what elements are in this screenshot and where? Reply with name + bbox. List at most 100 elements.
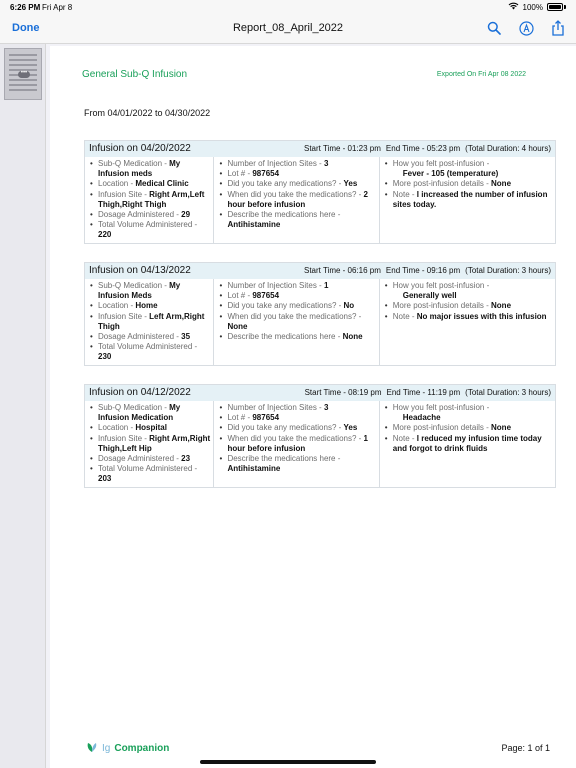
detail-label: Dosage Administered -: [98, 210, 182, 220]
detail-item: Number of Injection Sites - 1: [218, 281, 376, 291]
page-number: Page: 1 of 1: [501, 743, 550, 753]
detail-item: Infusion Site - Right Arm,Right Thigh,Le…: [89, 434, 211, 454]
detail-label: More post-infusion details -: [392, 179, 492, 189]
page-thumbnail[interactable]: •••: [4, 48, 42, 100]
detail-item: Dosage Administered - 29: [89, 210, 211, 220]
status-date: Fri Apr 8: [42, 3, 73, 12]
detail-value: None: [227, 321, 248, 331]
home-indicator: [200, 760, 376, 764]
detail-item: When did you take the medications? - 2 h…: [218, 190, 376, 210]
status-right: 100%: [508, 2, 566, 12]
detail-item: Location - Medical Clinic: [89, 179, 211, 189]
detail-item: Did you take any medications? - Yes: [218, 423, 376, 433]
detail-item: Total Volume Administered - 203: [89, 464, 211, 484]
detail-label: Location -: [98, 179, 136, 189]
detail-value: Generally well: [402, 291, 457, 301]
detail-value: 1: [323, 281, 329, 290]
detail-label: Number of Injection Sites -: [227, 403, 324, 412]
detail-item: How you felt post-infusion - Generally w…: [384, 281, 553, 301]
detail-value: No major issues with this infusion: [416, 311, 547, 321]
detail-value: Medical Clinic: [135, 179, 189, 189]
detail-value: None: [491, 423, 512, 433]
markup-icon[interactable]: [518, 19, 534, 37]
detail-value: None: [342, 332, 363, 342]
detail-label: Lot # -: [227, 413, 253, 423]
detail-item: More post-infusion details - None: [384, 423, 553, 433]
detail-item: Number of Injection Sites - 3: [218, 403, 376, 413]
details-column: How you felt post-infusion - Fever - 105…: [380, 157, 555, 243]
detail-value: Yes: [343, 179, 358, 189]
detail-item: Dosage Administered - 23: [89, 454, 211, 464]
detail-label: When did you take the medications? -: [227, 189, 364, 199]
detail-label: Infusion Site -: [98, 189, 150, 199]
battery-tip: [564, 5, 566, 9]
detail-item: Note - No major issues with this infusio…: [384, 312, 553, 322]
search-icon[interactable]: [486, 19, 502, 37]
battery-percent: 100%: [522, 2, 543, 12]
details-column: How you felt post-infusion - HeadacheMor…: [380, 401, 555, 487]
detail-label: Infusion Site -: [98, 311, 150, 321]
share-icon[interactable]: [550, 19, 566, 37]
logo-ig: Ig: [102, 743, 111, 754]
detail-item: Did you take any medications? - Yes: [218, 179, 376, 189]
detail-label: Sub-Q Medication -: [98, 403, 170, 412]
detail-value: Antihistamine: [227, 464, 281, 474]
detail-label: Note -: [392, 433, 417, 443]
total-duration: (Total Duration: 3 hours): [465, 266, 551, 275]
detail-item: When did you take the medications? - Non…: [218, 312, 376, 332]
detail-value: 220: [98, 230, 112, 240]
leaf-icon: [86, 741, 98, 756]
status-bar: 6:26 PM Fri Apr 8 100%: [0, 0, 576, 14]
detail-label: Did you take any medications? -: [227, 423, 344, 433]
total-duration: (Total Duration: 4 hours): [465, 144, 551, 153]
detail-item: When did you take the medications? - 1 h…: [218, 434, 376, 454]
detail-label: Location -: [98, 423, 136, 433]
infusion-block: Infusion on 04/13/2022 Start Time - 06:16…: [84, 262, 556, 366]
detail-label: Dosage Administered -: [98, 332, 182, 342]
nav-actions: [486, 19, 566, 37]
detail-value: None: [491, 301, 512, 311]
detail-value: 23: [181, 454, 191, 464]
detail-item: Location - Home: [89, 301, 211, 311]
detail-value: 3: [323, 159, 329, 168]
detail-label: Sub-Q Medication -: [98, 159, 170, 168]
detail-item: Total Volume Administered - 220: [89, 220, 211, 240]
wifi-icon: [508, 2, 519, 12]
details-column: Number of Injection Sites - 3Lot # - 987…: [214, 401, 380, 487]
detail-value: Fever - 105 (temperature): [402, 169, 499, 179]
detail-item: More post-infusion details - None: [384, 179, 553, 189]
detail-item: Total Volume Administered - 230: [89, 342, 211, 362]
status-time: 6:26 PM: [10, 3, 41, 12]
detail-item: More post-infusion details - None: [384, 301, 553, 311]
details-column: Sub-Q Medication - My Infusion MedsLocat…: [85, 279, 215, 365]
details-column: How you felt post-infusion - Generally w…: [380, 279, 555, 365]
infusion-times: Start Time - 06:16 pm End Time - 09:16 pm…: [299, 266, 551, 275]
detail-item: Describe the medications here - Antihist…: [218, 210, 376, 230]
detail-label: Sub-Q Medication -: [98, 281, 170, 290]
detail-label: Lot # -: [227, 291, 253, 301]
infusion-date: Infusion on 04/12/2022: [89, 387, 191, 398]
detail-label: Note -: [392, 189, 417, 199]
detail-item: Sub-Q Medication - My Infusion meds: [89, 159, 211, 179]
detail-item: How you felt post-infusion - Headache: [384, 403, 553, 423]
detail-item: Lot # - 987654: [218, 413, 376, 423]
detail-item: Sub-Q Medication - My Infusion Meds: [89, 281, 211, 301]
details-column: Number of Injection Sites - 1Lot # - 987…: [214, 279, 380, 365]
detail-label: Describe the medications here -: [227, 454, 341, 464]
detail-label: More post-infusion details -: [392, 301, 492, 311]
end-time: End Time - 05:23 pm: [385, 144, 461, 153]
start-time: Start Time - 08:19 pm: [304, 388, 382, 397]
detail-item: Did you take any medications? - No: [218, 301, 376, 311]
detail-value: 987654: [252, 291, 280, 301]
detail-value: 29: [181, 210, 191, 220]
detail-label: Dosage Administered -: [98, 454, 182, 464]
infusion-times: Start Time - 01:23 pm End Time - 05:23 pm…: [299, 144, 551, 153]
end-time: End Time - 09:16 pm: [385, 266, 461, 275]
detail-value: Home: [135, 301, 158, 311]
infusion-block: Infusion on 04/20/2022 Start Time - 01:23…: [84, 140, 556, 244]
detail-label: Number of Injection Sites -: [227, 281, 324, 290]
start-time: Start Time - 06:16 pm: [303, 266, 381, 275]
start-time: Start Time - 01:23 pm: [303, 144, 381, 153]
detail-value: Yes: [343, 423, 358, 433]
detail-label: Total Volume Administered -: [98, 220, 198, 230]
